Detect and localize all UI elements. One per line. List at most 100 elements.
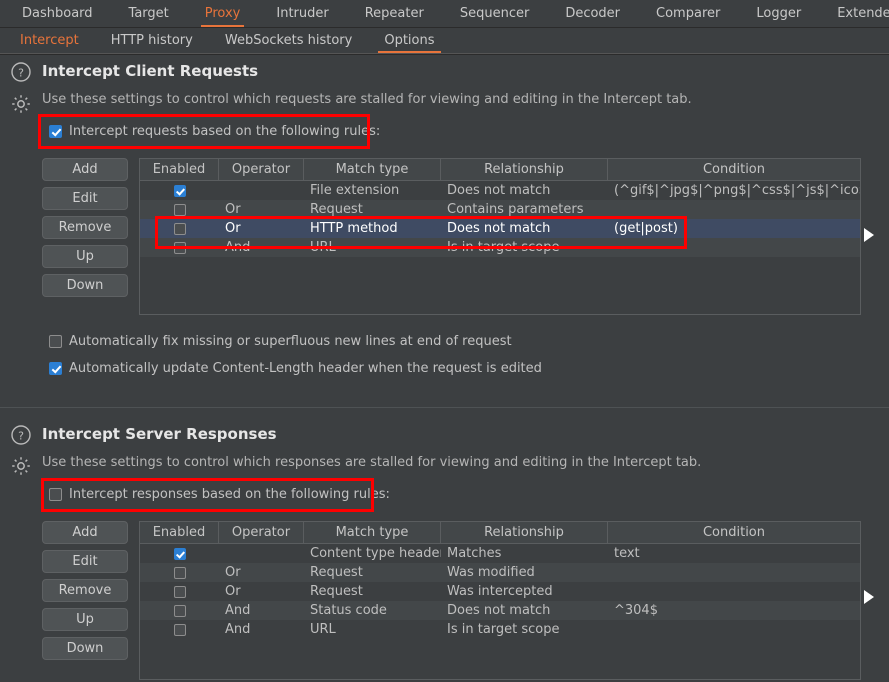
row-enabled-checkbox[interactable]	[173, 623, 186, 636]
svg-text:?: ?	[18, 430, 24, 443]
intercept-requests-checkbox[interactable]: Intercept requests based on the followin…	[49, 124, 380, 139]
cell-enabled[interactable]	[140, 620, 219, 639]
remove-rule-button[interactable]: Remove	[42, 579, 128, 602]
cell-enabled[interactable]	[140, 181, 219, 200]
cell-enabled[interactable]	[140, 200, 219, 219]
row-enabled-checkbox[interactable]	[173, 585, 186, 598]
cell-relationship: Does not match	[447, 183, 551, 198]
tab-dashboard[interactable]: Dashboard	[4, 0, 111, 27]
row-enabled-checkbox[interactable]	[173, 222, 186, 235]
column-header-match-type[interactable]: Match type	[304, 159, 441, 180]
column-header-operator[interactable]: Operator	[219, 159, 304, 180]
cell-match-type: Status code	[310, 603, 387, 618]
cell-enabled[interactable]	[140, 219, 219, 238]
question-circle-icon[interactable]: ?	[10, 424, 32, 446]
edit-rule-button[interactable]: Edit	[42, 187, 128, 210]
client-request-rules-table[interactable]: Enabled Operator Match type Relationship…	[139, 158, 861, 315]
row-enabled-checkbox[interactable]	[173, 184, 186, 197]
cell-condition	[608, 238, 860, 257]
cell-condition: (^gif$|^jpg$|^png$|^css$|^js$|^ico$|...	[614, 183, 860, 198]
tab-comparer[interactable]: Comparer	[638, 0, 738, 27]
table-row[interactable]: And URL Is in target scope	[140, 620, 860, 639]
move-rule-down-button[interactable]: Down	[42, 274, 128, 297]
subtab-intercept[interactable]: Intercept	[4, 28, 95, 53]
move-rule-down-button[interactable]: Down	[42, 637, 128, 660]
table-row[interactable]: And URL Is in target scope	[140, 238, 860, 257]
checkbox-label: Automatically fix missing or superfluous…	[69, 334, 512, 349]
expand-right-arrow-icon[interactable]	[864, 228, 874, 242]
rule-buttons-server: Add Edit Remove Up Down	[42, 521, 128, 666]
tab-label: Extender	[837, 6, 889, 21]
row-enabled-checkbox[interactable]	[173, 203, 186, 216]
row-enabled-checkbox[interactable]	[173, 241, 186, 254]
intercept-responses-checkbox[interactable]: Intercept responses based on the followi…	[49, 487, 390, 502]
column-header-condition[interactable]: Condition	[608, 522, 860, 543]
cell-enabled[interactable]	[140, 544, 219, 563]
add-rule-button[interactable]: Add	[42, 158, 128, 181]
tab-label: Comparer	[656, 6, 721, 21]
checkbox-box	[49, 335, 62, 348]
cell-operator: And	[225, 622, 251, 637]
move-rule-up-button[interactable]: Up	[42, 245, 128, 268]
tab-label: Logger	[756, 6, 802, 21]
cell-enabled[interactable]	[140, 238, 219, 257]
tab-extender[interactable]: Extender	[819, 0, 889, 27]
button-label: Add	[72, 162, 98, 177]
tab-sequencer[interactable]: Sequencer	[442, 0, 547, 27]
table-row[interactable]: Or HTTP method Does not match (get|post)	[140, 219, 860, 238]
gear-icon[interactable]	[10, 455, 32, 477]
button-label: Edit	[72, 191, 98, 206]
tab-repeater[interactable]: Repeater	[347, 0, 442, 27]
row-enabled-checkbox[interactable]	[173, 547, 186, 560]
edit-rule-button[interactable]: Edit	[42, 550, 128, 573]
cell-enabled[interactable]	[140, 563, 219, 582]
auto-update-content-length-checkbox[interactable]: Automatically update Content-Length head…	[49, 361, 542, 376]
tab-label: Sequencer	[459, 6, 530, 21]
column-header-relationship[interactable]: Relationship	[441, 522, 608, 543]
expand-right-arrow-icon[interactable]	[864, 590, 874, 604]
column-header-operator[interactable]: Operator	[219, 522, 304, 543]
tab-logger[interactable]: Logger	[738, 0, 819, 27]
row-enabled-checkbox[interactable]	[173, 604, 186, 617]
tab-target[interactable]: Target	[111, 0, 187, 27]
question-circle-icon[interactable]: ?	[10, 61, 32, 83]
tab-intruder[interactable]: Intruder	[258, 0, 346, 27]
section-description-server-responses: Use these settings to control which resp…	[42, 455, 702, 470]
cell-operator: And	[225, 240, 251, 255]
move-rule-up-button[interactable]: Up	[42, 608, 128, 631]
add-rule-button[interactable]: Add	[42, 521, 128, 544]
table-row[interactable]: Content type header Matches text	[140, 544, 860, 563]
tab-proxy[interactable]: Proxy	[187, 0, 259, 27]
subtab-label: Intercept	[20, 33, 79, 48]
subtab-http-history[interactable]: HTTP history	[95, 28, 209, 53]
tab-decoder[interactable]: Decoder	[547, 0, 638, 27]
table-row[interactable]: Or Request Was intercepted	[140, 582, 860, 601]
table-row[interactable]: Or Request Contains parameters	[140, 200, 860, 219]
server-response-rules-table[interactable]: Enabled Operator Match type Relationship…	[139, 521, 861, 680]
column-header-enabled[interactable]: Enabled	[140, 159, 219, 180]
cell-match-type: Content type header	[310, 546, 441, 561]
cell-condition	[608, 563, 860, 582]
row-enabled-checkbox[interactable]	[173, 566, 186, 579]
button-label: Up	[76, 249, 94, 264]
remove-rule-button[interactable]: Remove	[42, 216, 128, 239]
cell-relationship: Contains parameters	[447, 202, 584, 217]
gear-icon[interactable]	[10, 93, 32, 115]
subtab-options[interactable]: Options	[368, 28, 450, 53]
table-row[interactable]: File extension Does not match (^gif$|^jp…	[140, 181, 860, 200]
cell-operator: Or	[225, 202, 241, 217]
column-header-enabled[interactable]: Enabled	[140, 522, 219, 543]
auto-fix-newlines-checkbox[interactable]: Automatically fix missing or superfluous…	[49, 334, 512, 349]
column-header-match-type[interactable]: Match type	[304, 522, 441, 543]
subtab-websockets-history[interactable]: WebSockets history	[209, 28, 368, 53]
svg-text:?: ?	[18, 67, 24, 80]
cell-enabled[interactable]	[140, 601, 219, 620]
table-row[interactable]: Or Request Was modified	[140, 563, 860, 582]
cell-enabled[interactable]	[140, 582, 219, 601]
table-row[interactable]: And Status code Does not match ^304$	[140, 601, 860, 620]
tab-label: Target	[128, 6, 169, 21]
main-tab-bar: Dashboard Target Proxy Intruder Repeater…	[0, 0, 889, 28]
column-header-condition[interactable]: Condition	[608, 159, 860, 180]
button-label: Up	[76, 612, 94, 627]
column-header-relationship[interactable]: Relationship	[441, 159, 608, 180]
